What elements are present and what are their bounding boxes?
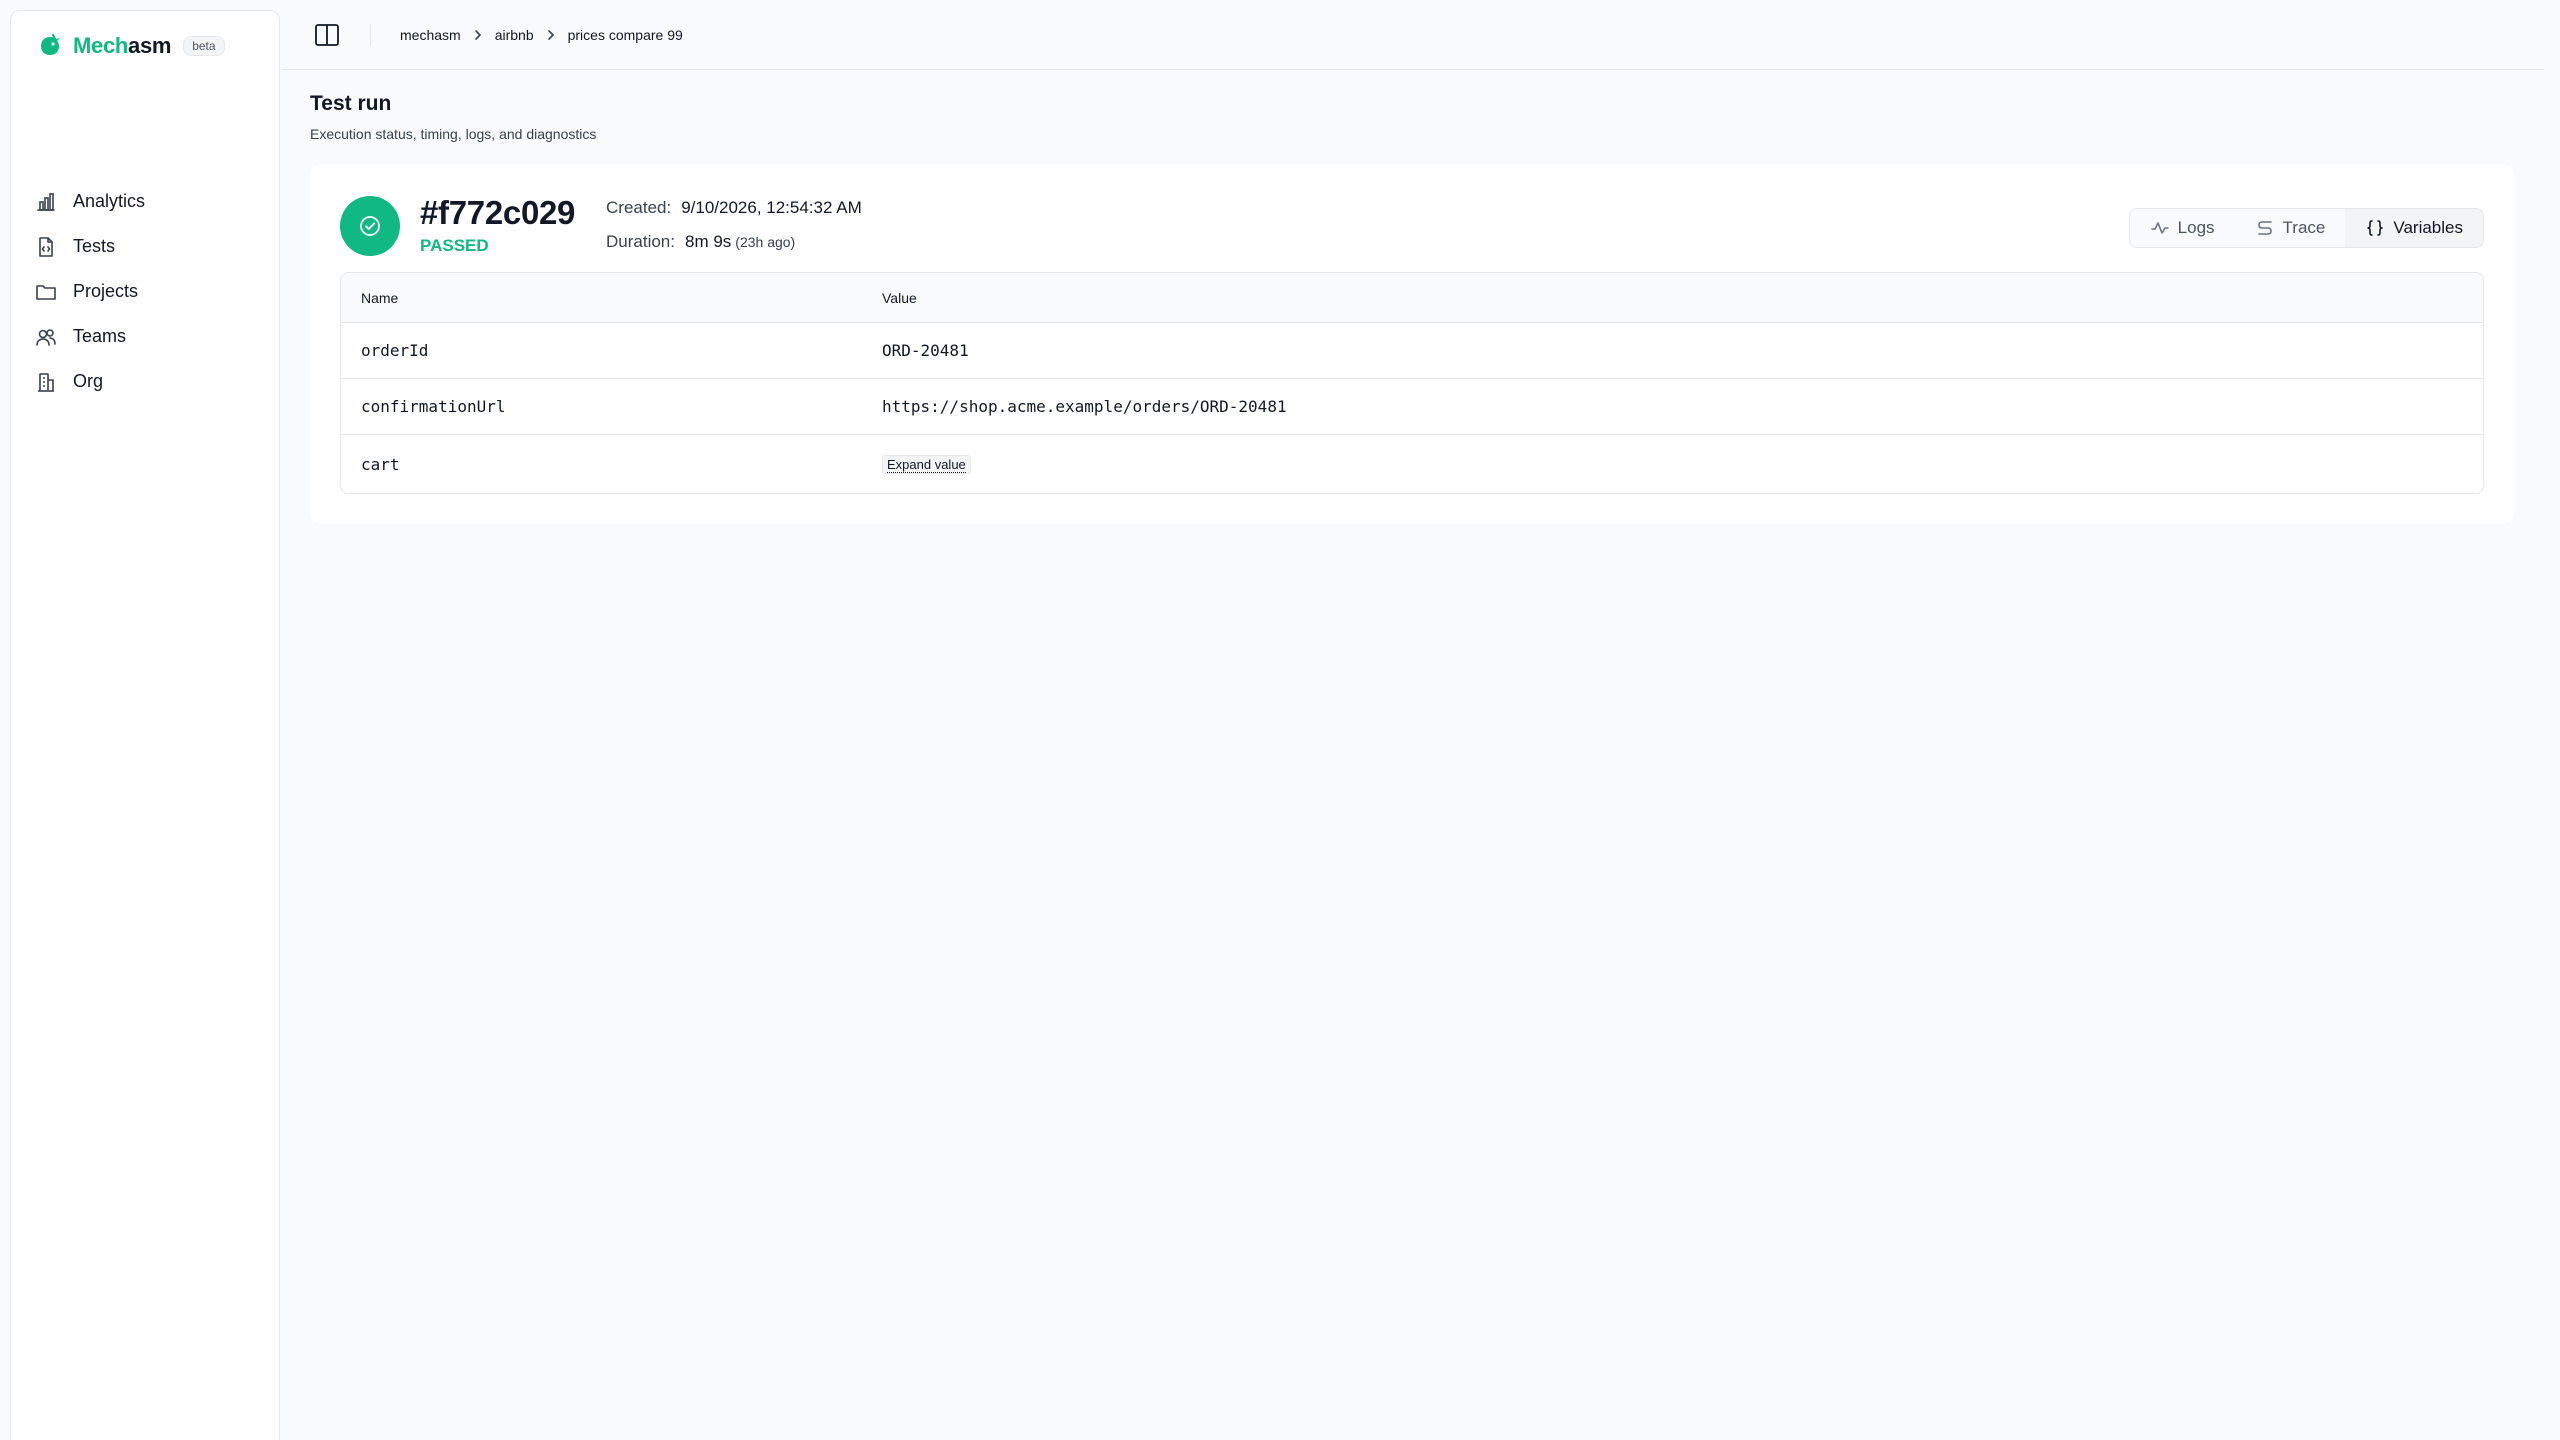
tab-trace[interactable]: Trace xyxy=(2235,209,2346,247)
variables-table: Name Value orderId ORD-20481 confirmatio… xyxy=(340,272,2484,494)
mechasm-logo-icon xyxy=(37,33,63,59)
created-value: 9/10/2026, 12:54:32 AM xyxy=(681,198,862,217)
check-circle-icon xyxy=(360,216,380,236)
duration-label: Duration: xyxy=(606,232,675,251)
table-row: cart Expand value xyxy=(341,435,2483,493)
sidebar-item-label: Analytics xyxy=(73,191,146,211)
run-created: Created: 9/10/2026, 12:54:32 AM xyxy=(606,198,862,218)
column-header-value: Value xyxy=(882,289,917,306)
variable-value: ORD-20481 xyxy=(882,341,969,360)
page-subtitle: Execution status, timing, logs, and diag… xyxy=(310,126,597,142)
breadcrumb-item-org[interactable]: mechasm xyxy=(400,27,461,43)
sidebar: Mechasm beta Analytics Tests Projects Te… xyxy=(10,10,280,1440)
sidebar-item-analytics[interactable]: Analytics xyxy=(35,179,265,224)
bar-chart-icon xyxy=(37,192,55,211)
variable-value-cell: Expand value xyxy=(882,454,2483,474)
tab-label: Logs xyxy=(2177,218,2215,237)
beta-badge: beta xyxy=(183,36,225,56)
sidebar-item-label: Teams xyxy=(73,326,127,346)
variable-name: cart xyxy=(361,454,400,474)
status-indicator xyxy=(340,196,400,256)
run-tabs: Logs Trace Variables xyxy=(2128,208,2484,248)
table-row: confirmationUrl https://shop.acme.exampl… xyxy=(341,379,2483,435)
braces-icon xyxy=(2367,220,2384,236)
chevron-right-icon xyxy=(472,29,484,41)
tab-logs[interactable]: Logs xyxy=(2130,209,2235,247)
test-run-card: #f772c029 PASSED Created: 9/10/2026, 12:5… xyxy=(310,164,2514,524)
sidebar-item-org[interactable]: Org xyxy=(35,359,265,404)
app-root: Mechasm beta Analytics Tests Projects Te… xyxy=(0,0,2560,1440)
tab-label: Trace xyxy=(2282,218,2326,237)
tab-label: Variables xyxy=(2393,218,2463,237)
table-row: orderId ORD-20481 xyxy=(341,323,2483,379)
variable-name: orderId xyxy=(361,341,429,360)
breadcrumb-item-test[interactable]: prices compare 99 xyxy=(568,27,683,43)
sidebar-toggle-button[interactable] xyxy=(312,20,342,50)
created-label: Created: xyxy=(606,198,672,217)
route-icon xyxy=(2257,221,2272,235)
file-code-icon xyxy=(39,236,53,257)
header-divider xyxy=(370,24,371,46)
building-icon xyxy=(38,372,54,392)
sidebar-item-label: Projects xyxy=(73,281,139,301)
users-icon xyxy=(36,328,56,346)
chevron-right-icon xyxy=(545,29,557,41)
column-header-name: Name xyxy=(361,289,399,306)
breadcrumb-item-project[interactable]: airbnb xyxy=(495,27,534,43)
duration-ago: (23h ago) xyxy=(735,234,796,250)
breadcrumb: mechasm airbnb prices compare 99 xyxy=(400,24,683,46)
top-header: mechasm airbnb prices compare 99 xyxy=(282,0,2544,70)
run-id: #f772c029 xyxy=(420,194,576,231)
sidebar-item-label: Org xyxy=(73,371,104,391)
activity-icon xyxy=(2150,222,2169,234)
sidebar-nav: Analytics Tests Projects Teams Org xyxy=(35,179,265,404)
tab-variables[interactable]: Variables xyxy=(2345,209,2483,247)
duration-value: 8m 9s xyxy=(684,232,732,251)
sidebar-item-projects[interactable]: Projects xyxy=(35,269,265,314)
run-duration: Duration: 8m 9s (23h ago) xyxy=(606,232,795,252)
page-title: Test run xyxy=(310,92,392,115)
table-header: Name Value xyxy=(341,273,2483,323)
brand-logo[interactable]: Mechasm beta xyxy=(37,23,225,69)
sidebar-item-teams[interactable]: Teams xyxy=(35,314,265,359)
variable-name: confirmationUrl xyxy=(361,397,506,416)
sidebar-item-label: Tests xyxy=(73,236,116,256)
folder-icon xyxy=(36,284,56,300)
expand-value-button[interactable]: Expand value xyxy=(882,455,971,474)
run-status: PASSED xyxy=(420,236,489,255)
sidebar-toggle-icon xyxy=(315,24,339,46)
variable-value: https://shop.acme.example/orders/ORD-204… xyxy=(882,397,1287,416)
sidebar-item-tests[interactable]: Tests xyxy=(35,224,265,269)
brand-name: Mechasm xyxy=(73,33,172,58)
